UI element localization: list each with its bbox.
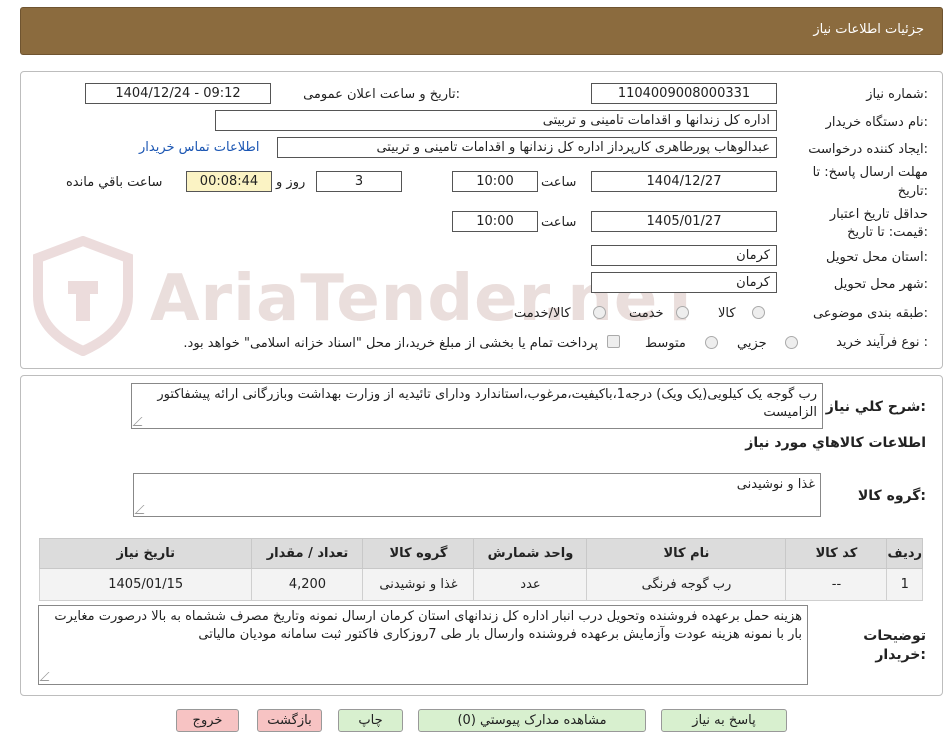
col-row: ردیف xyxy=(886,538,923,569)
process-minor-label: جزیي xyxy=(737,336,767,351)
reply-time-field: 10:00 xyxy=(452,171,538,192)
process-label: نوع فرآیند خرید : xyxy=(836,335,928,350)
city-label: شهر محل تحویل: xyxy=(833,277,928,292)
col-date: تاریخ نیاز xyxy=(38,538,253,569)
back-button[interactable]: بازگشت xyxy=(257,709,322,732)
goods-group-textarea[interactable]: غذا و نوشیدنی xyxy=(133,473,821,517)
description-label: شرح کلي نياز: xyxy=(825,399,926,415)
print-button[interactable]: چاپ xyxy=(338,709,403,732)
buyer-notes-label-2: خریدار: xyxy=(875,647,926,663)
category-service-radio[interactable] xyxy=(676,306,689,319)
cell-name: رب گوجه فرنگی xyxy=(586,568,787,601)
price-validity-date-field: 1405/01/27 xyxy=(591,211,777,232)
reply-deadline-label: مهلت ارسال پاسخ: تا xyxy=(812,165,928,180)
buyer-contact-link[interactable]: اطلاعات تماس خریدار xyxy=(139,140,259,155)
goods-group-label: گروه کالا: xyxy=(857,488,926,504)
process-minor-radio[interactable] xyxy=(785,336,798,349)
days-field: 3 xyxy=(316,171,402,192)
reply-time-label: ساعت xyxy=(541,175,577,190)
page-title: جزئیات اطلاعات نیاز xyxy=(813,22,924,37)
remaining-time-field: 00:08:44 xyxy=(186,171,272,192)
table-header-row: ردیف کد کالا نام کالا واحد شمارش گروه کا… xyxy=(38,538,923,569)
buyer-notes-label: توضیحات xyxy=(863,628,926,644)
cell-row: 1 xyxy=(886,568,923,601)
buyer-notes-text: هزینه حمل برعهده فروشنده وتحویل درب انبا… xyxy=(54,609,802,642)
exit-button[interactable]: خروج xyxy=(176,709,239,732)
city-field: کرمان xyxy=(591,272,777,293)
price-validity-label-2: قیمت: تا تاریخ: xyxy=(847,225,928,240)
category-label: طبقه بندی موضوعی: xyxy=(812,306,928,321)
col-group: گروه کالا xyxy=(362,538,475,569)
col-name: نام کالا xyxy=(586,538,787,569)
category-goods-radio[interactable] xyxy=(752,306,765,319)
need-number-label: شماره نیاز: xyxy=(866,87,928,102)
attachments-button[interactable]: مشاهده مدارک پیوستي (0) xyxy=(418,709,646,732)
cell-group: غذا و نوشیدنی xyxy=(362,568,475,601)
remaining-label: ساعت باقي مانده xyxy=(66,175,163,190)
cell-code: -- xyxy=(785,568,888,601)
category-service-label: خدمت xyxy=(629,306,664,321)
description-textarea[interactable]: رب گوجه یک کیلویی(یک ویک) درجه1،باکیفیت،… xyxy=(131,383,823,429)
category-goods-service-radio[interactable] xyxy=(593,306,606,319)
buyer-org-label: نام دستگاه خریدار: xyxy=(825,115,928,130)
days-label: روز و xyxy=(276,175,306,190)
price-validity-label: حداقل تاریخ اعتبار xyxy=(829,207,928,222)
goods-group-text: غذا و نوشیدنی xyxy=(736,477,815,492)
col-unit: واحد شمارش xyxy=(473,538,588,569)
col-qty: تعداد / مقدار xyxy=(251,538,364,569)
reply-button[interactable]: پاسخ به نیاز xyxy=(661,709,787,732)
category-goods-service-label: کالا/خدمت xyxy=(514,306,571,321)
process-medium-radio[interactable] xyxy=(705,336,718,349)
cell-date: 1405/01/15 xyxy=(38,568,253,601)
buyer-org-field: اداره کل زندانها و اقدامات تامینی و تربی… xyxy=(215,110,777,131)
treasury-bonds-note: پرداخت تمام یا بخشی از مبلغ خرید،از محل … xyxy=(183,336,598,351)
items-table: ردیف کد کالا نام کالا واحد شمارش گروه کا… xyxy=(38,538,923,601)
process-medium-label: متوسط xyxy=(645,336,686,351)
province-field: کرمان xyxy=(591,245,777,266)
cell-qty: 4,200 xyxy=(251,568,364,601)
price-validity-time-label: ساعت xyxy=(541,215,577,230)
buyer-notes-textarea[interactable]: هزینه حمل برعهده فروشنده وتحویل درب انبا… xyxy=(38,605,808,685)
col-code: کد کالا xyxy=(785,538,888,569)
table-row: 1 -- رب گوجه فرنگی عدد غذا و نوشیدنی 4,2… xyxy=(38,568,923,601)
goods-info-title: اطلاعات کالاهاي مورد نياز xyxy=(745,435,926,451)
description-text: رب گوجه یک کیلویی(یک ویک) درجه1،باکیفیت،… xyxy=(157,387,817,420)
announce-label: تاریخ و ساعت اعلان عمومی: xyxy=(303,87,460,102)
page-header: جزئیات اطلاعات نیاز xyxy=(20,7,943,55)
province-label: استان محل تحویل: xyxy=(826,250,928,265)
requester-field: عبدالوهاب پورطاهری کارپرداز اداره کل زند… xyxy=(277,137,777,158)
requester-label: ایجاد کننده درخواست: xyxy=(808,142,928,157)
cell-unit: عدد xyxy=(473,568,588,601)
announce-field: 1404/12/24 - 09:12 xyxy=(85,83,271,104)
category-goods-label: کالا xyxy=(718,306,736,321)
reply-deadline-label-2: تاریخ: xyxy=(897,184,928,199)
need-number-field: 1104009008000331 xyxy=(591,83,777,104)
reply-date-field: 1404/12/27 xyxy=(591,171,777,192)
treasury-bonds-checkbox[interactable] xyxy=(607,335,620,348)
price-validity-time-field: 10:00 xyxy=(452,211,538,232)
